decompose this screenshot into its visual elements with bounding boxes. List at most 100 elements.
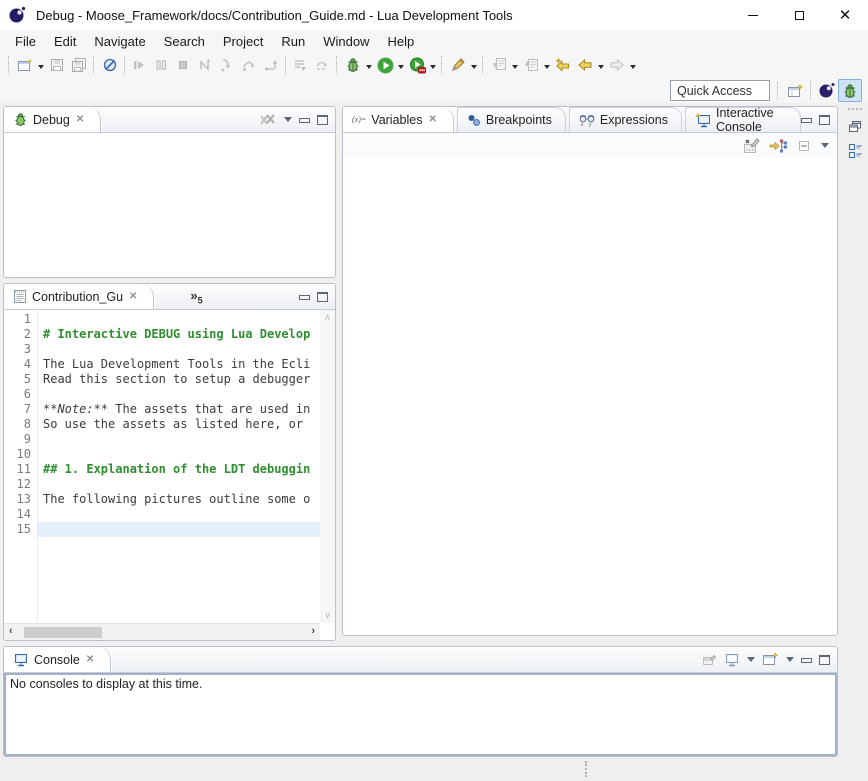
- tab-expressions[interactable]: xy Expressions: [569, 107, 682, 132]
- code-line[interactable]: [38, 477, 320, 492]
- window-minimize-button[interactable]: [730, 0, 776, 30]
- display-selected-console-button[interactable]: [724, 653, 740, 667]
- variables-view-menu-button[interactable]: [821, 139, 829, 152]
- step-into-button[interactable]: [216, 54, 238, 76]
- tab-contribution-guide[interactable]: Contribution_Gu ✕: [4, 284, 154, 309]
- forward-dropdown[interactable]: [628, 54, 638, 76]
- scroll-up-icon[interactable]: ∧: [324, 310, 331, 325]
- line-number[interactable]: 8: [4, 417, 31, 432]
- code-line[interactable]: The Lua Development Tools in the Ecli: [38, 357, 320, 372]
- code-line[interactable]: [38, 387, 320, 402]
- save-button[interactable]: [46, 54, 68, 76]
- toolbar-group-handle[interactable]: [336, 56, 339, 74]
- last-edit-location-button[interactable]: [552, 54, 574, 76]
- save-all-button[interactable]: [68, 54, 90, 76]
- line-number[interactable]: 2: [4, 327, 31, 342]
- pin-console-button[interactable]: [701, 653, 717, 667]
- quick-access-input[interactable]: Quick Access: [670, 80, 770, 101]
- outline-view-button[interactable]: [848, 143, 863, 159]
- line-number[interactable]: 13: [4, 492, 31, 507]
- disconnect-button[interactable]: [194, 54, 216, 76]
- external-tools-button[interactable]: [447, 54, 469, 76]
- editor-maximize-button[interactable]: [317, 292, 328, 302]
- new-wizard-dropdown[interactable]: [36, 54, 46, 76]
- use-step-filters-button[interactable]: [311, 54, 333, 76]
- collapse-all-button[interactable]: [796, 138, 812, 154]
- debug-view-minimize-button[interactable]: [299, 118, 310, 123]
- code-line[interactable]: # Interactive DEBUG using Lua Develop: [38, 327, 320, 342]
- debug-button[interactable]: [342, 54, 364, 76]
- variables-view-maximize-button[interactable]: [819, 115, 830, 125]
- open-console-dropdown[interactable]: [786, 653, 794, 666]
- tab-interactive-console[interactable]: Interactive Console: [685, 107, 801, 132]
- step-over-button[interactable]: [238, 54, 260, 76]
- line-number[interactable]: 1: [4, 312, 31, 327]
- code-line[interactable]: Read this section to setup a debugger: [38, 372, 320, 387]
- code-line[interactable]: **Note:** The assets that are used in: [38, 402, 320, 417]
- code-line[interactable]: The following pictures outline some o: [38, 492, 320, 507]
- debug-view-menu-button[interactable]: [284, 113, 292, 126]
- display-console-dropdown[interactable]: [747, 653, 755, 666]
- line-number[interactable]: 15: [4, 522, 31, 537]
- line-number[interactable]: 10: [4, 447, 31, 462]
- debug-dropdown[interactable]: [364, 54, 374, 76]
- editor-horizontal-scrollbar[interactable]: ‹ ›: [4, 623, 320, 640]
- editor-minimize-button[interactable]: [299, 295, 310, 300]
- drop-to-frame-button[interactable]: [289, 54, 311, 76]
- editor-vertical-scrollbar[interactable]: ∧ ∨: [320, 310, 335, 623]
- debug-view-content[interactable]: [4, 133, 335, 278]
- line-number[interactable]: 11: [4, 462, 31, 477]
- tab-debug[interactable]: Debug ✕: [4, 107, 101, 132]
- menu-navigate[interactable]: Navigate: [85, 32, 154, 51]
- terminate-button[interactable]: [172, 54, 194, 76]
- line-number[interactable]: 4: [4, 357, 31, 372]
- tab-breakpoints[interactable]: Breakpoints: [457, 107, 566, 132]
- run-dropdown[interactable]: [396, 54, 406, 76]
- tab-variables[interactable]: (x)= Variables ✕: [343, 107, 454, 132]
- code-line[interactable]: [38, 342, 320, 357]
- open-console-button[interactable]: [762, 652, 779, 667]
- forward-button[interactable]: [606, 54, 628, 76]
- toolbar-group-handle[interactable]: [777, 82, 780, 100]
- toolbar-drag-handle[interactable]: [8, 56, 11, 74]
- debug-perspective-button[interactable]: [838, 79, 862, 102]
- hidden-editors-chevron[interactable]: »5: [190, 288, 202, 306]
- console-minimize-button[interactable]: [801, 658, 812, 663]
- code-line[interactable]: [38, 522, 320, 537]
- remove-terminated-launches-button[interactable]: [259, 113, 277, 127]
- horizontal-scroll-thumb[interactable]: [24, 627, 102, 638]
- window-close-button[interactable]: ✕: [822, 0, 868, 30]
- code-line[interactable]: [38, 507, 320, 522]
- window-maximize-button[interactable]: [776, 0, 822, 30]
- restore-views-button[interactable]: [848, 120, 862, 133]
- menu-search[interactable]: Search: [155, 32, 214, 51]
- skip-all-breakpoints-button[interactable]: [99, 54, 121, 76]
- run-last-launched-button[interactable]: [406, 54, 428, 76]
- scroll-down-icon[interactable]: ∨: [324, 608, 331, 623]
- variables-content[interactable]: [343, 158, 837, 636]
- step-return-button[interactable]: [260, 54, 282, 76]
- tab-console[interactable]: Console ✕: [4, 647, 111, 672]
- new-wizard-button[interactable]: [14, 54, 36, 76]
- menu-run[interactable]: Run: [272, 32, 314, 51]
- show-type-names-button[interactable]: [742, 138, 760, 154]
- scroll-right-icon[interactable]: ›: [311, 625, 315, 637]
- editor-text[interactable]: # Interactive DEBUG using Lua Develop Th…: [38, 310, 320, 623]
- editor-gutter[interactable]: 123456789101112131415: [4, 310, 38, 623]
- run-last-dropdown[interactable]: [428, 54, 438, 76]
- tab-debug-close-icon[interactable]: ✕: [76, 114, 84, 125]
- menu-edit[interactable]: Edit: [45, 32, 85, 51]
- external-tools-dropdown[interactable]: [469, 54, 479, 76]
- menu-window[interactable]: Window: [314, 32, 378, 51]
- line-number[interactable]: 3: [4, 342, 31, 357]
- lua-perspective-button[interactable]: [814, 79, 838, 102]
- previous-annotation-dropdown[interactable]: [542, 54, 552, 76]
- menu-project[interactable]: Project: [214, 32, 272, 51]
- toolbar-group-handle[interactable]: [93, 56, 96, 74]
- previous-annotation-button[interactable]: [520, 54, 542, 76]
- back-dropdown[interactable]: [596, 54, 606, 76]
- editor-body[interactable]: 123456789101112131415 # Interactive DEBU…: [4, 310, 320, 623]
- code-line[interactable]: ## 1. Explanation of the LDT debuggin: [38, 462, 320, 477]
- tab-contribution-guide-close-icon[interactable]: ✕: [129, 291, 137, 302]
- back-button[interactable]: [574, 54, 596, 76]
